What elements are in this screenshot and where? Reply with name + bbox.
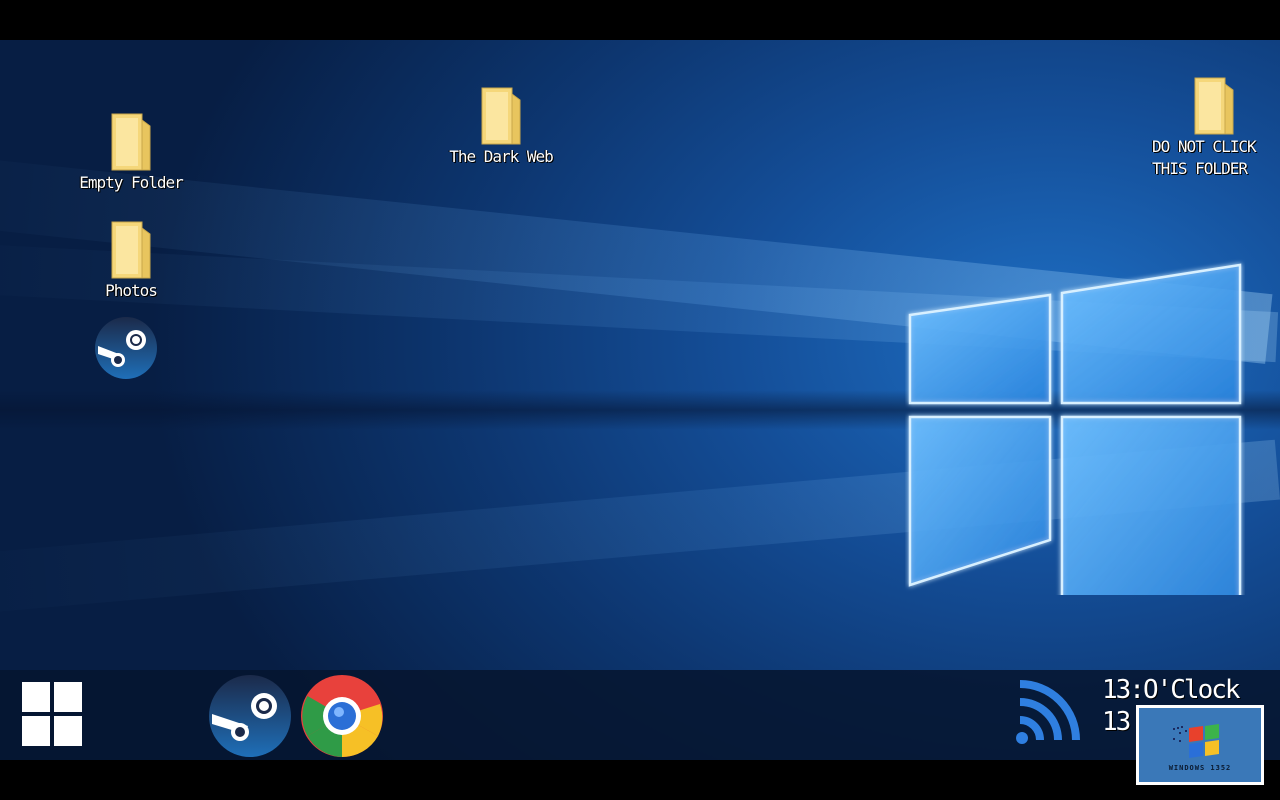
taskbar-app-chrome[interactable]: [300, 674, 384, 758]
desktop-shortcut-steam[interactable]: [94, 316, 158, 380]
steam-icon: [95, 317, 157, 379]
desktop-icon-label: Empty Folder: [79, 173, 184, 192]
clock-time: 13:O'Clock: [1102, 675, 1241, 705]
folder-icon: [480, 86, 522, 146]
windows-wallpaper-logo: [908, 263, 1242, 595]
chrome-icon: [301, 675, 383, 758]
folder-icon: [110, 112, 152, 172]
badge-label: WINDOWS 1352: [1168, 764, 1232, 772]
desktop-icon-photos[interactable]: Photos: [76, 220, 186, 302]
taskbar: 13:O'Clock 13: [0, 670, 1280, 760]
desktop-icon-label: Photos: [105, 281, 158, 300]
taskbar-app-steam[interactable]: [208, 674, 292, 758]
folder-icon: [110, 220, 152, 280]
windows-start-icon: [22, 682, 82, 746]
network-button[interactable]: [1012, 676, 1094, 746]
desktop-icon-the-dark-web[interactable]: The Dark Web: [446, 86, 556, 168]
wifi-icon: [1016, 680, 1080, 744]
desktop-icon-label-line1: DO NOT CLICK: [1152, 137, 1257, 156]
desktop: Empty Folder The Dark Web Photos DO NOT …: [0, 40, 1280, 760]
start-button[interactable]: [22, 682, 82, 746]
desktop-icon-empty-folder[interactable]: Empty Folder: [76, 112, 186, 194]
desktop-icon-label: The Dark Web: [449, 147, 554, 166]
steam-icon: [209, 675, 291, 757]
desktop-icon-do-not-click[interactable]: DO NOT CLICK THIS FOLDER: [1152, 76, 1276, 180]
desktop-icon-label-line2: THIS FOLDER: [1152, 159, 1248, 178]
windows-1352-badge: WINDOWS 1352: [1136, 705, 1264, 785]
folder-icon: [1193, 76, 1235, 136]
